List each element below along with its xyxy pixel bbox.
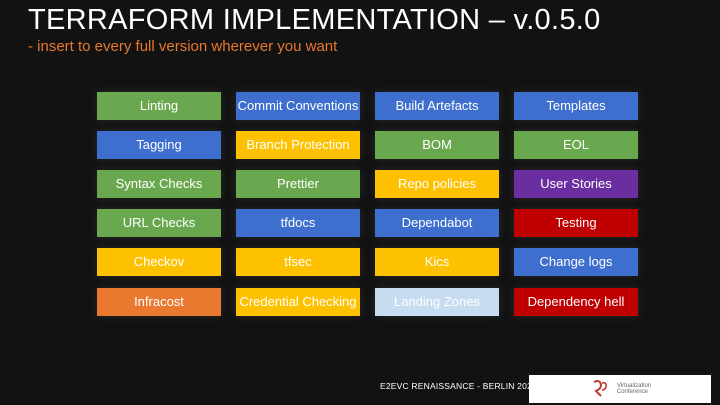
tile-templates: Templates	[514, 92, 638, 120]
tile-build-artefacts: Build Artefacts	[375, 92, 499, 120]
tile-infracost: Infracost	[97, 288, 221, 316]
slide-title: TERRAFORM IMPLEMENTATION – v.0.5.0	[28, 4, 601, 36]
conference-logo: Virtualization Conference	[529, 375, 711, 403]
tile-prettier: Prettier	[236, 170, 360, 198]
tile-credential-checking: Credential Checking	[236, 288, 360, 316]
tile-eol: EOL	[514, 131, 638, 159]
tile-checkov: Checkov	[97, 248, 221, 276]
tile-repo-policies: Repo policies	[375, 170, 499, 198]
tile-dependabot: Dependabot	[375, 209, 499, 237]
tile-linting: Linting	[97, 92, 221, 120]
tile-tfsec: tfsec	[236, 248, 360, 276]
e2evc-logo-icon	[593, 380, 607, 397]
tile-change-logs: Change logs	[514, 248, 638, 276]
tile-tfdocs: tfdocs	[236, 209, 360, 237]
tile-testing: Testing	[514, 209, 638, 237]
tile-dependency-hell: Dependency hell	[514, 288, 638, 316]
tile-commit-conventions: Commit Conventions	[236, 92, 360, 120]
tile-tagging: Tagging	[97, 131, 221, 159]
tile-landing-zones: Landing Zones	[375, 288, 499, 316]
logo-line-2: Conference	[616, 389, 648, 395]
tile-url-checks: URL Checks	[97, 209, 221, 237]
tile-user-stories: User Stories	[514, 170, 638, 198]
slide-subtitle: - insert to every full version wherever …	[28, 38, 338, 55]
tile-branch-protection: Branch Protection	[236, 131, 360, 159]
tile-syntax-checks: Syntax Checks	[97, 170, 221, 198]
tile-kics: Kics	[375, 248, 499, 276]
tile-bom: BOM	[375, 131, 499, 159]
footer-event: E2EVC RENAISSANCE - BERLIN 2022	[380, 381, 537, 391]
